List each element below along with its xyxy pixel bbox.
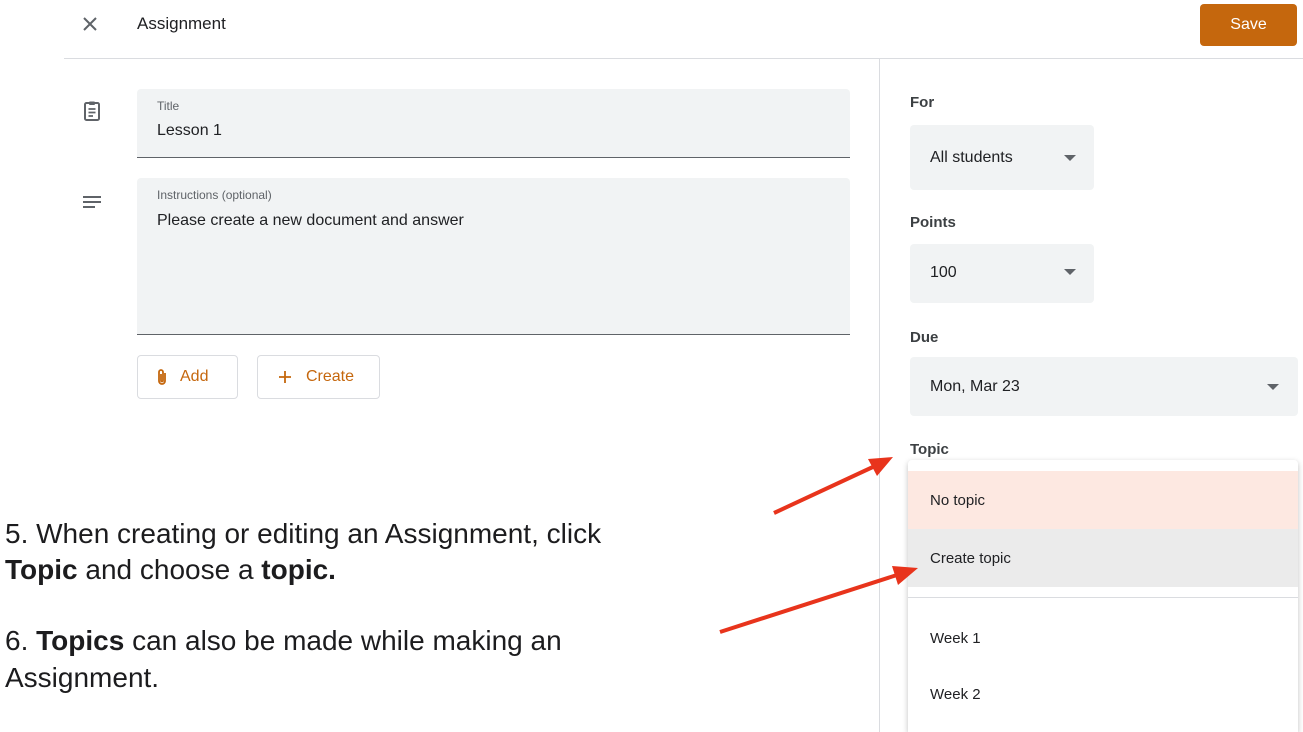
for-label: For [910, 94, 935, 111]
assignment-clipboard-icon [84, 101, 100, 121]
instructions-field-value: Please create a new document and answer [157, 212, 464, 229]
instructions-field-label: Instructions (optional) [157, 188, 272, 202]
for-select-value: All students [930, 149, 1013, 166]
notes-lines-icon [83, 196, 101, 208]
topic-dropdown-menu[interactable]: No topic Create topic Week 1 Week 2 [908, 460, 1298, 732]
create-button-label: Create [306, 368, 355, 385]
annotation-topic2-bold: topic. [261, 554, 336, 585]
topic-label: Topic [910, 441, 949, 458]
instructions-field[interactable]: Instructions (optional) Please create a … [137, 178, 850, 335]
for-select[interactable]: All students [910, 125, 1094, 190]
annotation-step6-prefix: 6. [5, 625, 37, 656]
title-field[interactable]: Title Lesson 1 [137, 89, 850, 158]
add-button-label: Add [180, 368, 209, 385]
paperclip-icon [158, 369, 166, 385]
annotation-step5-line1: 5. When creating or editing an Assignmen… [5, 518, 602, 549]
annotation-step5-line2: Topic and choose a topic. [5, 552, 336, 588]
menu-item-create-topic[interactable]: Create topic [908, 529, 1298, 587]
header-divider [64, 58, 1303, 59]
annotation-step6-line1: 6. Topics can also be made while making … [5, 623, 562, 659]
column-divider [879, 59, 880, 732]
due-select-value: Mon, Mar 23 [930, 378, 1020, 395]
page-title: Assignment [137, 14, 226, 33]
add-button[interactable]: Add [137, 355, 238, 399]
points-select-value: 100 [930, 264, 957, 281]
annotation-step6-line2: Assignment. [5, 662, 160, 693]
annotation-topics-bold: Topics [36, 625, 125, 656]
plus-icon [279, 371, 291, 383]
annotation-topic-bold: Topic [5, 554, 78, 585]
points-select[interactable]: 100 [910, 244, 1094, 303]
menu-item-week-2[interactable]: Week 2 [908, 665, 1298, 723]
title-field-label: Title [157, 99, 180, 113]
dropdown-arrow-icon [1064, 269, 1076, 275]
menu-item-week-1[interactable]: Week 1 [908, 609, 1298, 667]
annotation-step5-mid: and choose a [77, 554, 262, 585]
menu-item-no-topic[interactable]: No topic [908, 471, 1298, 529]
save-button[interactable]: Save [1200, 4, 1297, 46]
annotation-step6-rest: can also be made while making an [124, 625, 562, 656]
due-select[interactable]: Mon, Mar 23 [910, 357, 1298, 416]
points-label: Points [910, 214, 956, 231]
title-field-value: Lesson 1 [157, 122, 222, 139]
arrow-to-create-topic-icon [719, 566, 918, 634]
arrow-to-topic-icon [773, 457, 893, 515]
dropdown-arrow-icon [1267, 384, 1279, 390]
menu-divider [908, 597, 1298, 598]
close-icon[interactable] [78, 12, 102, 36]
create-button[interactable]: Create [257, 355, 380, 399]
dropdown-arrow-icon [1064, 155, 1076, 161]
due-label: Due [910, 329, 939, 346]
